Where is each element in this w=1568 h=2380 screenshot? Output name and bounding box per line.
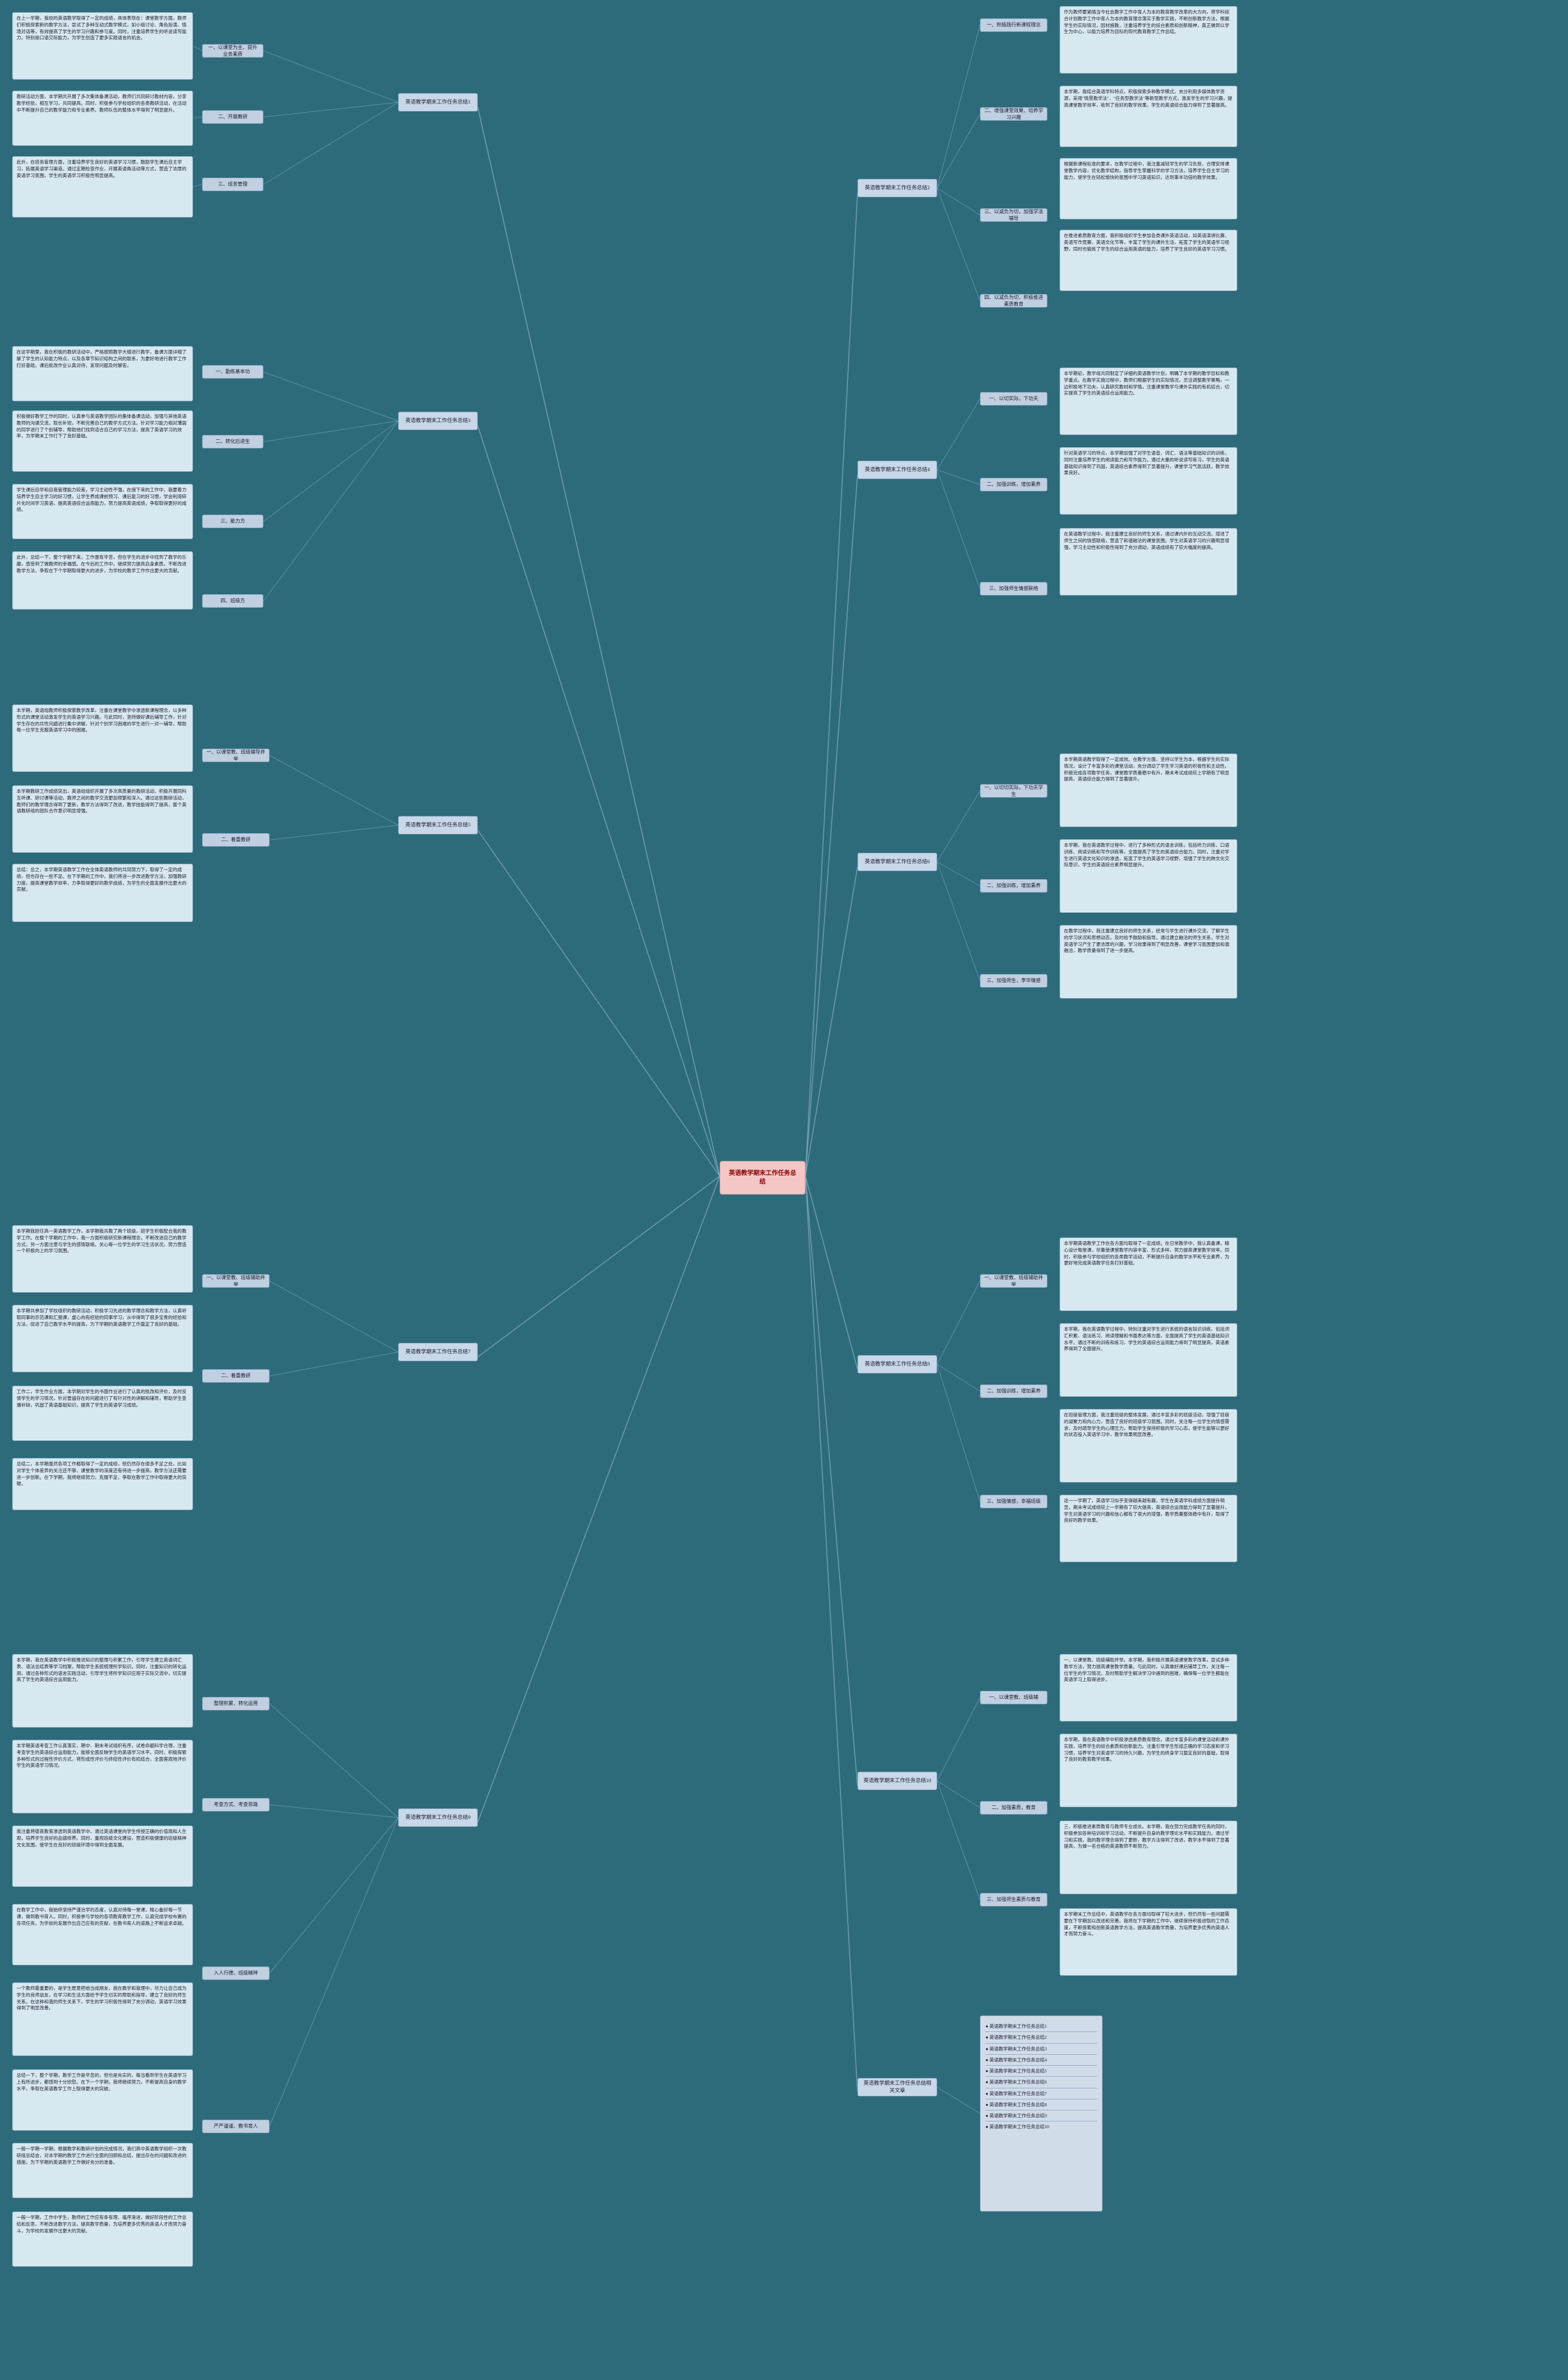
b9-leaf5: 一个教师最重要的，是学生愿意把他当成朋友，我在教学和管理中，尽力让自己成为学生的… xyxy=(12,1982,193,2056)
branch-7: 英语教学期末工作任务总结7 xyxy=(398,1343,478,1361)
b3-leaf4: 此外，总结一下，整个学期下来，工作虽有辛苦，但在学生的进步中找到了教学的乐趣，感… xyxy=(12,551,193,610)
b4-sub1: 一、以切实际，下功夫 xyxy=(980,392,1047,406)
b10-leaf1: 一、以课堂教、班级辅助并举。本学期，我积极开展英语课堂教学改革，尝试多种教学方法… xyxy=(1060,1654,1237,1721)
b9-sub1: 整理积累、转化运用 xyxy=(202,1697,270,1710)
b3-leaf1: 在这学期里，我在积极的教研活动中，严格按照教学大纲进行教学，备课方面详细了解了学… xyxy=(12,346,193,401)
b2-leaf2: 本学期，我结合英语学科特点，积极探索多种教学模式，充分利用多媒体教学资源，采用"… xyxy=(1060,86,1237,147)
b1-sub2: 二、开展教研 xyxy=(202,110,263,124)
b8-sub3: 三、加强情感，幸福班级 xyxy=(980,1495,1047,1508)
b9-leaf6: 总结一下，整个学期，教学工作是辛苦的，但也是充实的，每当看到学生在英语学习上有所… xyxy=(12,2069,193,2131)
b5-leaf1: 本学期，英语组教师积极探索教学改革，注重在课堂教学中渗透新课程理念，以多种形式的… xyxy=(12,705,193,772)
b8-leaf1: 本学期英语教学工作在各方面均取得了一定成绩。在日常教学中，我认真备课，精心设计每… xyxy=(1060,1237,1237,1311)
center-label: 英语教学期末工作任务总结 xyxy=(726,1169,799,1187)
link-item-9[interactable]: ● 英语教学期末工作任务总结9 xyxy=(986,2110,1097,2121)
mindmap-container: 英语教学期末工作任务总结 英语教学期末工作任务总结1 一、以课堂为主、提升业务素… xyxy=(0,0,1568,2380)
branch-3: 英语教学期末工作任务总结3 xyxy=(398,412,478,430)
b2-sub1: 一、积极践行新课程理念 xyxy=(980,18,1047,32)
b5-sub1: 一、以课堂教、班级辅导并举 xyxy=(202,749,270,762)
branch-9: 英语教学期末工作任务总结9 xyxy=(398,1808,478,1827)
link-item-3[interactable]: ● 英语教学期末工作任务总结3 xyxy=(986,2044,1097,2055)
branch-4: 英语教学期末工作任务总结4 xyxy=(858,461,937,479)
b5-sub2: 二、着重教研 xyxy=(202,833,270,847)
b3-sub4: 四、班级方 xyxy=(202,594,263,608)
b5-leaf3: 总结：总之，本学期英语教学工作在全体英语教师的共同努力下，取得了一定的成绩，但也… xyxy=(12,864,193,922)
b1-sub3: 三、班务管理 xyxy=(202,178,263,191)
branch-10: 英语教学期末工作任务总结10 xyxy=(858,1772,937,1790)
link-item-2[interactable]: ● 英语教学期末工作任务总结2 xyxy=(986,2032,1097,2043)
b9-sub2: 考查方式、考查思路 xyxy=(202,1798,270,1811)
link-item-1[interactable]: ● 英语教学期末工作任务总结1 xyxy=(986,2021,1097,2032)
b10-leaf3: 三、积极推进素质教育与教师专业成长。本学期，我在努力完成教学任务的同时，积极参加… xyxy=(1060,1821,1237,1894)
b9-sub4: 严严谨谨、教书育人 xyxy=(202,2120,270,2133)
link-item-6[interactable]: ● 英语教学期末工作任务总结6 xyxy=(986,2077,1097,2088)
b7-leaf3: 工作二，学生作业方面，本学期对学生的书面作业进行了认真的批改和评价，及时反馈学生… xyxy=(12,1386,193,1441)
b4-sub2: 二、加强训练，增加素养 xyxy=(980,478,1047,491)
b1-leaf1: 在上一学期，我校的英语教学取得了一定的成绩，具体表现在：课堂教学方面，教师们积极… xyxy=(12,12,193,80)
b7-sub2: 二、着重教研 xyxy=(202,1369,270,1383)
b7-leaf1: 本学期我担任高一英语教学工作，本学期我共教了两个班级，班学生积极配合我的教学工作… xyxy=(12,1225,193,1293)
b9-leaf3: 我注重将德育教育渗透到英语教学中，通过英语课堂向学生传授正确的价值观和人生观，培… xyxy=(12,1826,193,1887)
b1-leaf3: 此外，在班务管理方面，注重培养学生良好的英语学习习惯，鼓励学生课后自主学习，拓展… xyxy=(12,156,193,217)
b10-leaf4: 本学期末工作总结中，英语教学在各方面均取得了较大进步，但仍然有一些问题需要在下学… xyxy=(1060,1908,1237,1976)
b2-leaf4: 在推进素质教育方面，我积极组织学生参加各类课外英语活动，如英语演讲比赛、英语写作… xyxy=(1060,230,1237,291)
b6-leaf3: 在教学过程中，我注重建立良好的师生关系，经常与学生进行课外交流，了解学生的学习状… xyxy=(1060,925,1237,999)
b10-leaf2: 本学期，我在英语教学中积极渗透素质教育理念，通过丰富多彩的课堂活动和课外实践，培… xyxy=(1060,1734,1237,1807)
b1-sub1: 一、以课堂为主、提升业务素质 xyxy=(202,44,263,58)
b6-sub2: 二、加强训练，增加素养 xyxy=(980,879,1047,893)
b9-leaf4: 在教学工作中，我始终坚持严谨治学的态度，认真对待每一堂课，精心备好每一节课，做到… xyxy=(12,1904,193,1965)
b9-leaf2: 本学期英语考查工作认真落实，期中、期末考试组织有序，试卷命题科学合理，注重考查学… xyxy=(12,1740,193,1813)
b4-leaf1: 本学期初，教学组共同制定了详细的英语教学计划，明确了本学期的教学目标和教学重点。… xyxy=(1060,368,1237,435)
branch-2: 英语教学期末工作任务总结2 xyxy=(858,179,937,197)
b7-leaf-extra: 总结二，本学期虽然各项工作都取得了一定的成绩，但仍然存在很多不足之处，比如对学生… xyxy=(12,1458,193,1510)
b2-leaf1: 作为教师要紧随当今社会教学工作中育人为本的教育教学改革的大方向，将学科综合计划教… xyxy=(1060,6,1237,74)
b2-sub4: 四、以减负为切，积极推进素质教育 xyxy=(980,294,1047,308)
branch-11: 英语教学期末工作任务总结相关文章 xyxy=(858,2078,937,2096)
b3-leaf2: 积极做好教学工作的同时，认真参与英语教学团队的集体备课活动，加强与其他英语教师的… xyxy=(12,410,193,472)
branch-1-label: 英语教学期末工作任务总结1 xyxy=(405,99,470,106)
b4-sub3: 三、加强师生情感联络 xyxy=(980,582,1047,595)
branch-6: 英语教学期末工作任务总结6 xyxy=(858,853,937,871)
b10-sub1: 一、以课堂教、班级辅 xyxy=(980,1691,1047,1704)
link-item-4[interactable]: ● 英语教学期末工作任务总结4 xyxy=(986,2055,1097,2066)
b3-leaf3: 学生课后自学和自我管理能力较差，学习主动性不强，在接下来的工作中，我要着力培养学… xyxy=(12,484,193,539)
b7-leaf2: 本学期共参加了学校组织的教研活动，积极学习先进的教学理念和教学方法，认真听取同事… xyxy=(12,1305,193,1372)
b8-leaf3: 在班级管理方面，我注重班级的整体发展，通过丰富多彩的班级活动，增强了班级的凝聚力… xyxy=(1060,1409,1237,1483)
link-item-5[interactable]: ● 英语教学期末工作任务总结5 xyxy=(986,2066,1097,2077)
branch-5: 英语教学期末工作任务总结5 xyxy=(398,816,478,834)
b3-sub3: 三、能力方 xyxy=(202,515,263,528)
b6-leaf1: 本学期英语教学取得了一定成效。在教学方面，坚持以学生为本，根据学生的实际情况，设… xyxy=(1060,754,1237,827)
b1-leaf2: 教研活动方面，本学期共开展了多次集体备课活动，教师们共同研讨教材内容，分享教学经… xyxy=(12,91,193,146)
branch-8: 英语教学期末工作任务总结8 xyxy=(858,1355,937,1373)
link-item-8[interactable]: ● 英语教学期末工作任务总结8 xyxy=(986,2099,1097,2110)
b8-leaf4: 这一一学期了，英语学习似乎变得越来越有趣，学生在英语学科成绩方面提升明显，期末考… xyxy=(1060,1495,1237,1562)
branch-1: 英语教学期末工作任务总结1 xyxy=(398,93,478,111)
b11-links: ● 英语教学期末工作任务总结1 ● 英语教学期末工作任务总结2 ● 英语教学期末… xyxy=(980,2015,1102,2212)
b7-sub1: 一、以课堂教、班级辅助并举 xyxy=(202,1274,270,1288)
b3-sub2: 二、转化后进生 xyxy=(202,435,263,448)
b6-sub1: 一、以切切实际，下功夫学生 xyxy=(980,784,1047,798)
b9-sub3: 入人行德、班级精神 xyxy=(202,1966,270,1980)
b10-sub2: 二、加强素质，教育 xyxy=(980,1801,1047,1815)
b9-leaf7: 一般一学期一学期，根据教学和教研计划的完成情况，我们高中英语教学组织一次教研组总… xyxy=(12,2143,193,2198)
b3-sub1: 一、勤练基本功 xyxy=(202,365,263,379)
b8-sub1: 一、以课堂教、班级辅助并举 xyxy=(980,1274,1047,1288)
b6-sub3: 三、加强师生，李华情感 xyxy=(980,974,1047,988)
b6-leaf2: 本学期，我在英语教学过程中，进行了多种形式的语言训练，包括听力训练、口语训练、阅… xyxy=(1060,839,1237,913)
link-item-10[interactable]: ● 英语教学期末工作任务总结10 xyxy=(986,2121,1097,2132)
b4-leaf2: 针对英语学习的特点，本学期加强了对学生语音、词汇、语法等基础知识的训练，同时注重… xyxy=(1060,447,1237,515)
b8-leaf2: 本学期，我在英语教学过程中，特别注重对学生进行系统的语言知识训练，包括词汇积累、… xyxy=(1060,1323,1237,1397)
b2-sub2: 二、增强课堂效果、培养学习兴趣 xyxy=(980,107,1047,121)
b10-sub3: 三、加强师生素质与教育 xyxy=(980,1893,1047,1906)
b5-leaf2: 本学期教研工作成绩突出，英语组组织开展了多次高质量的教研活动，积极开展同科互听课… xyxy=(12,785,193,853)
b8-sub2: 二、加强训练，增加素养 xyxy=(980,1385,1047,1398)
b9-leaf1: 本学期，我在英语教学中积极推进知识的整理与积累工作，引导学生建立英语词汇表、语法… xyxy=(12,1654,193,1728)
b2-sub3: 三、以减负为切，加强学法辅导 xyxy=(980,208,1047,222)
b9-leaf8: 一般一学期，工作中学生，教师的工作应有条有理、循序渐进，做好阶段性的工作总结和反… xyxy=(12,2212,193,2267)
b2-leaf3: 根据新课程标准的要求，在教学过程中，我注重减轻学生的学习负担，合理安排课堂教学内… xyxy=(1060,158,1237,219)
center-node: 英语教学期末工作任务总结 xyxy=(720,1161,805,1195)
link-item-7[interactable]: ● 英语教学期末工作任务总结7 xyxy=(986,2088,1097,2099)
b4-leaf3: 在英语教学过程中，我注重建立良好的师生关系，通过课内外的互动交流，增进了师生之间… xyxy=(1060,528,1237,595)
